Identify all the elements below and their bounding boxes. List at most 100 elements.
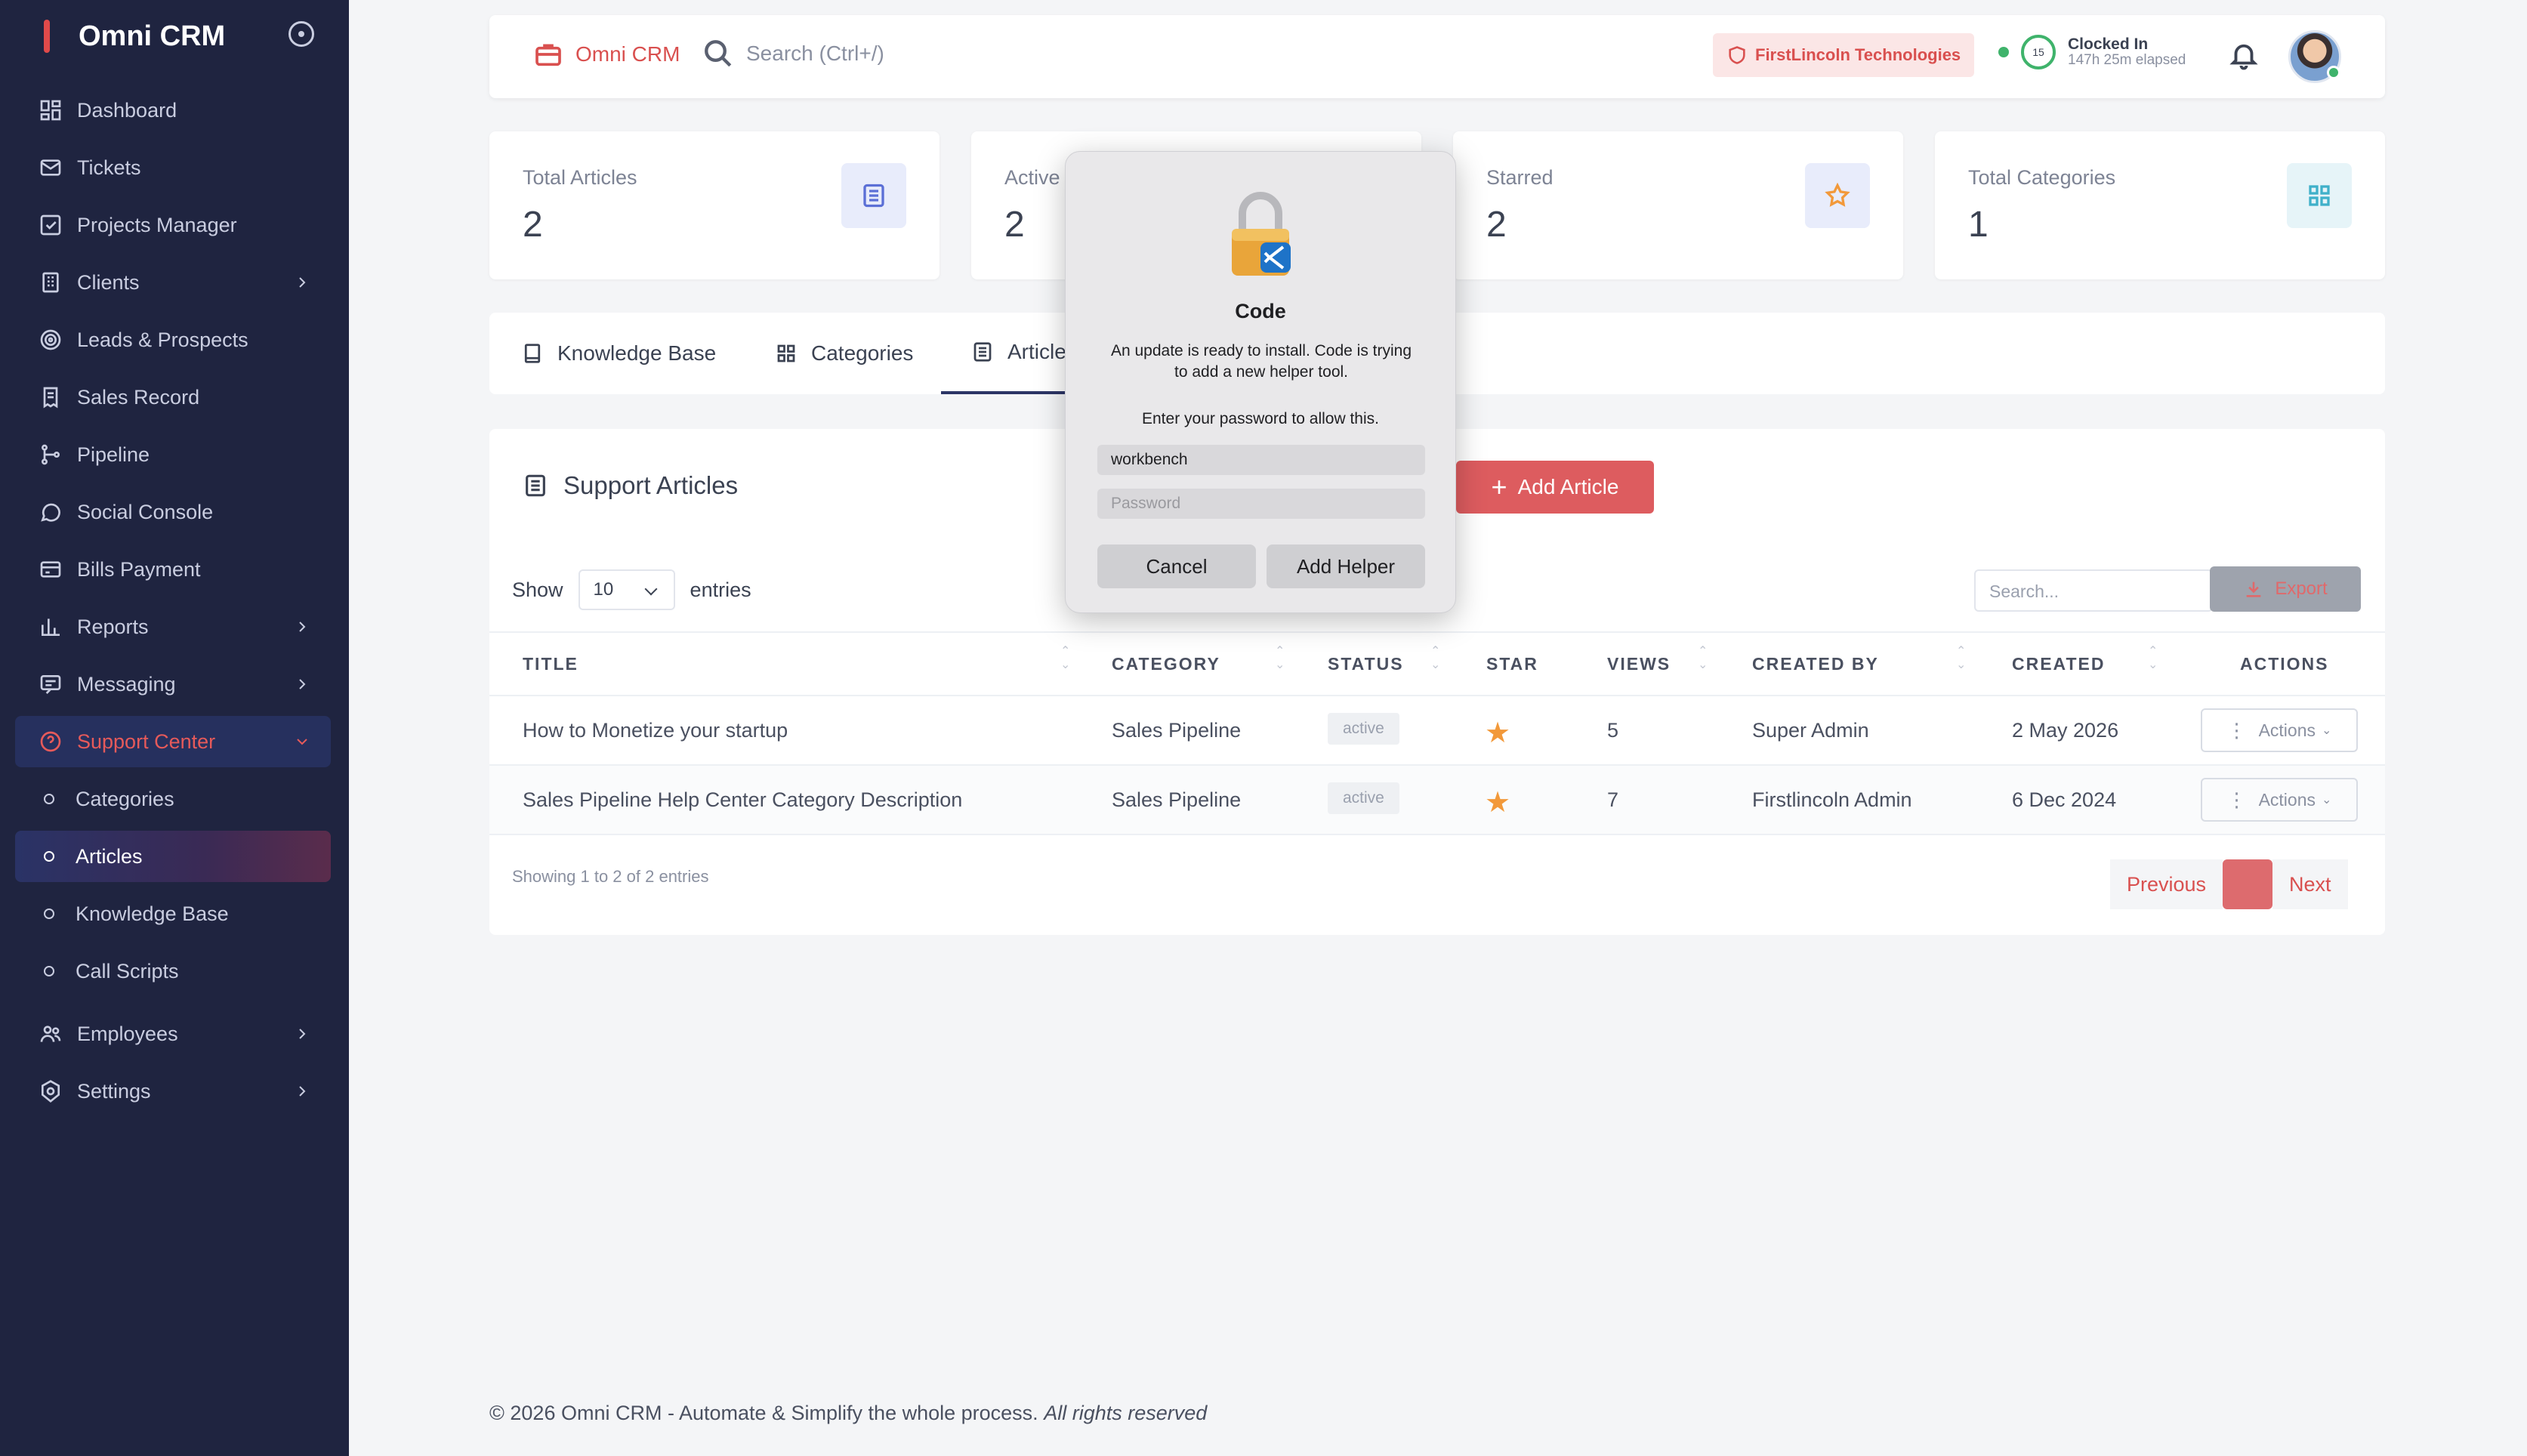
- sidebar-subitem-call-scripts[interactable]: Call Scripts: [15, 945, 331, 997]
- sidebar-item-support-center[interactable]: Support Center: [15, 716, 331, 767]
- add-helper-button[interactable]: Add Helper: [1267, 544, 1425, 588]
- sort-icon[interactable]: ⌃ ⌄: [1956, 645, 1966, 671]
- actions-dropdown[interactable]: ⋮ Actions ⌄: [2201, 778, 2358, 822]
- current-page-button[interactable]: [2223, 859, 2273, 909]
- sidebar-subitem-categories[interactable]: Categories: [15, 773, 331, 825]
- download-icon: [2246, 581, 2261, 597]
- table-row: How to Monetize your startup Sales Pipel…: [489, 696, 2385, 766]
- table-search-input[interactable]: Search...: [1974, 569, 2213, 612]
- header-search[interactable]: Search (Ctrl+/): [702, 38, 884, 69]
- panel-title: Support Articles: [523, 471, 738, 500]
- entries-label: entries: [690, 578, 751, 601]
- column-header-views[interactable]: VIEWS: [1607, 654, 1671, 674]
- add-article-button[interactable]: + Add Article: [1456, 461, 1654, 514]
- table-row: Sales Pipeline Help Center Category Desc…: [489, 766, 2385, 835]
- list-icon: [863, 184, 884, 208]
- sidebar-item-employees[interactable]: Employees: [15, 1008, 331, 1060]
- sidebar-toggle-icon[interactable]: [288, 21, 314, 47]
- sidebar-item-pipeline[interactable]: Pipeline: [15, 429, 331, 480]
- sidebar-subitem-knowledge-base[interactable]: Knowledge Base: [15, 888, 331, 939]
- sidebar-item-label: Categories: [76, 787, 174, 810]
- sort-icon[interactable]: ⌃ ⌄: [1275, 645, 1285, 671]
- chevron-down-icon: ⌄: [2322, 724, 2332, 737]
- brand-logo: [44, 20, 50, 53]
- footer-rights: All rights reserved: [1044, 1402, 1208, 1424]
- tab-label: Knowledge Base: [557, 341, 717, 365]
- sidebar-item-leads[interactable]: Leads & Prospects: [15, 314, 331, 366]
- export-button[interactable]: Export: [2210, 566, 2361, 612]
- table-header: TITLE ⌃ ⌄ CATEGORY ⌃ ⌄ STATUS ⌃ ⌄ STAR VIEW…: [489, 631, 2385, 696]
- entries-select[interactable]: 10: [578, 569, 675, 610]
- sidebar-item-label: Clients: [77, 270, 140, 294]
- grid-icon: [2309, 185, 2330, 206]
- book-icon: [524, 344, 541, 363]
- cancel-button[interactable]: Cancel: [1097, 544, 1256, 588]
- column-header-category[interactable]: CATEGORY: [1112, 654, 1220, 674]
- mail-icon: [40, 159, 61, 176]
- clock-elapsed: 147h 25m elapsed: [2068, 52, 2186, 69]
- sidebar-item-label: Tickets: [77, 156, 141, 179]
- sidebar-item-dashboard[interactable]: Dashboard: [15, 85, 331, 136]
- status-dot-icon: [1998, 47, 2009, 57]
- cell-views: 5: [1607, 719, 1619, 742]
- clock-status[interactable]: 15 Clocked In 147h 25m elapsed: [1998, 35, 2186, 69]
- shield-icon: [1729, 46, 1745, 64]
- actions-dropdown[interactable]: ⋮ Actions ⌄: [2201, 708, 2358, 752]
- sidebar-item-tickets[interactable]: Tickets: [15, 142, 331, 193]
- bar-chart-icon: [42, 618, 60, 636]
- tab-label: Categories: [811, 341, 914, 365]
- sidebar-brand[interactable]: Omni CRM: [44, 17, 225, 56]
- cell-title[interactable]: How to Monetize your startup: [523, 719, 788, 742]
- sidebar-item-label: Projects Manager: [77, 213, 237, 236]
- chat-icon: [41, 503, 60, 522]
- sort-icon[interactable]: ⌃ ⌄: [1430, 645, 1440, 671]
- header-brand[interactable]: Omni CRM: [533, 39, 680, 69]
- sidebar-subitem-articles[interactable]: Articles: [15, 831, 331, 882]
- company-badge[interactable]: FirstLincoln Technologies: [1713, 33, 1975, 77]
- sidebar-item-settings[interactable]: Settings: [15, 1066, 331, 1117]
- checklist-icon: [40, 214, 61, 236]
- tab-categories[interactable]: Categories: [775, 313, 913, 394]
- sidebar-item-label: Articles: [76, 844, 143, 868]
- sidebar-item-clients[interactable]: Clients: [15, 257, 331, 308]
- cell-title[interactable]: Sales Pipeline Help Center Category Desc…: [523, 788, 962, 812]
- user-avatar[interactable]: [2288, 30, 2341, 83]
- sidebar-item-projects[interactable]: Projects Manager: [15, 199, 331, 251]
- sort-icon[interactable]: ⌃ ⌄: [1698, 645, 1708, 671]
- more-vertical-icon: ⋮: [2226, 788, 2247, 811]
- bell-icon: [2229, 44, 2258, 70]
- previous-page-button[interactable]: Previous: [2110, 859, 2223, 909]
- column-header-created[interactable]: CREATED: [2012, 654, 2105, 674]
- sidebar-item-label: Social Console: [77, 500, 214, 523]
- notifications-button[interactable]: [2228, 39, 2260, 75]
- search-placeholder: Search (Ctrl+/): [746, 42, 884, 65]
- stat-label: Total Articles: [523, 166, 637, 189]
- sidebar-item-sales-record[interactable]: Sales Record: [15, 372, 331, 423]
- column-header-star[interactable]: STAR: [1486, 654, 1538, 674]
- star-filled-icon[interactable]: ★: [1485, 785, 1510, 819]
- next-page-button[interactable]: Next: [2272, 859, 2348, 909]
- password-field[interactable]: Password: [1097, 489, 1425, 519]
- username-field[interactable]: workbench: [1097, 445, 1425, 475]
- sort-icon[interactable]: ⌃ ⌄: [2148, 645, 2158, 671]
- stat-card-total-articles: Total Articles 2: [489, 131, 940, 279]
- sidebar-item-label: Pipeline: [77, 443, 150, 466]
- dialog-title: Code: [1235, 300, 1286, 322]
- page-footer: © 2026 Omni CRM - Automate & Simplify th…: [489, 1402, 1207, 1425]
- column-header-status[interactable]: STATUS: [1328, 654, 1404, 674]
- star-filled-icon[interactable]: ★: [1485, 716, 1510, 750]
- stat-icon-box: [841, 163, 906, 228]
- sidebar-item-social-console[interactable]: Social Console: [15, 486, 331, 538]
- top-header: Omni CRM Search (Ctrl+/) FirstLincoln Te…: [489, 15, 2385, 98]
- sidebar-item-reports[interactable]: Reports: [15, 601, 331, 652]
- search-icon: [705, 40, 732, 67]
- sidebar-item-bills-payment[interactable]: Bills Payment: [15, 544, 331, 595]
- sidebar-item-messaging[interactable]: Messaging: [15, 659, 331, 710]
- column-header-created-by[interactable]: CREATED BY: [1752, 654, 1879, 674]
- sort-icon[interactable]: ⌃ ⌄: [1060, 645, 1070, 671]
- cell-category: Sales Pipeline: [1112, 788, 1242, 811]
- entries-value: 10: [593, 579, 614, 600]
- tab-knowledge-base[interactable]: Knowledge Base: [521, 313, 716, 394]
- dialog-message: An update is ready to install. Code is t…: [1110, 342, 1412, 381]
- column-header-title[interactable]: TITLE: [523, 654, 579, 674]
